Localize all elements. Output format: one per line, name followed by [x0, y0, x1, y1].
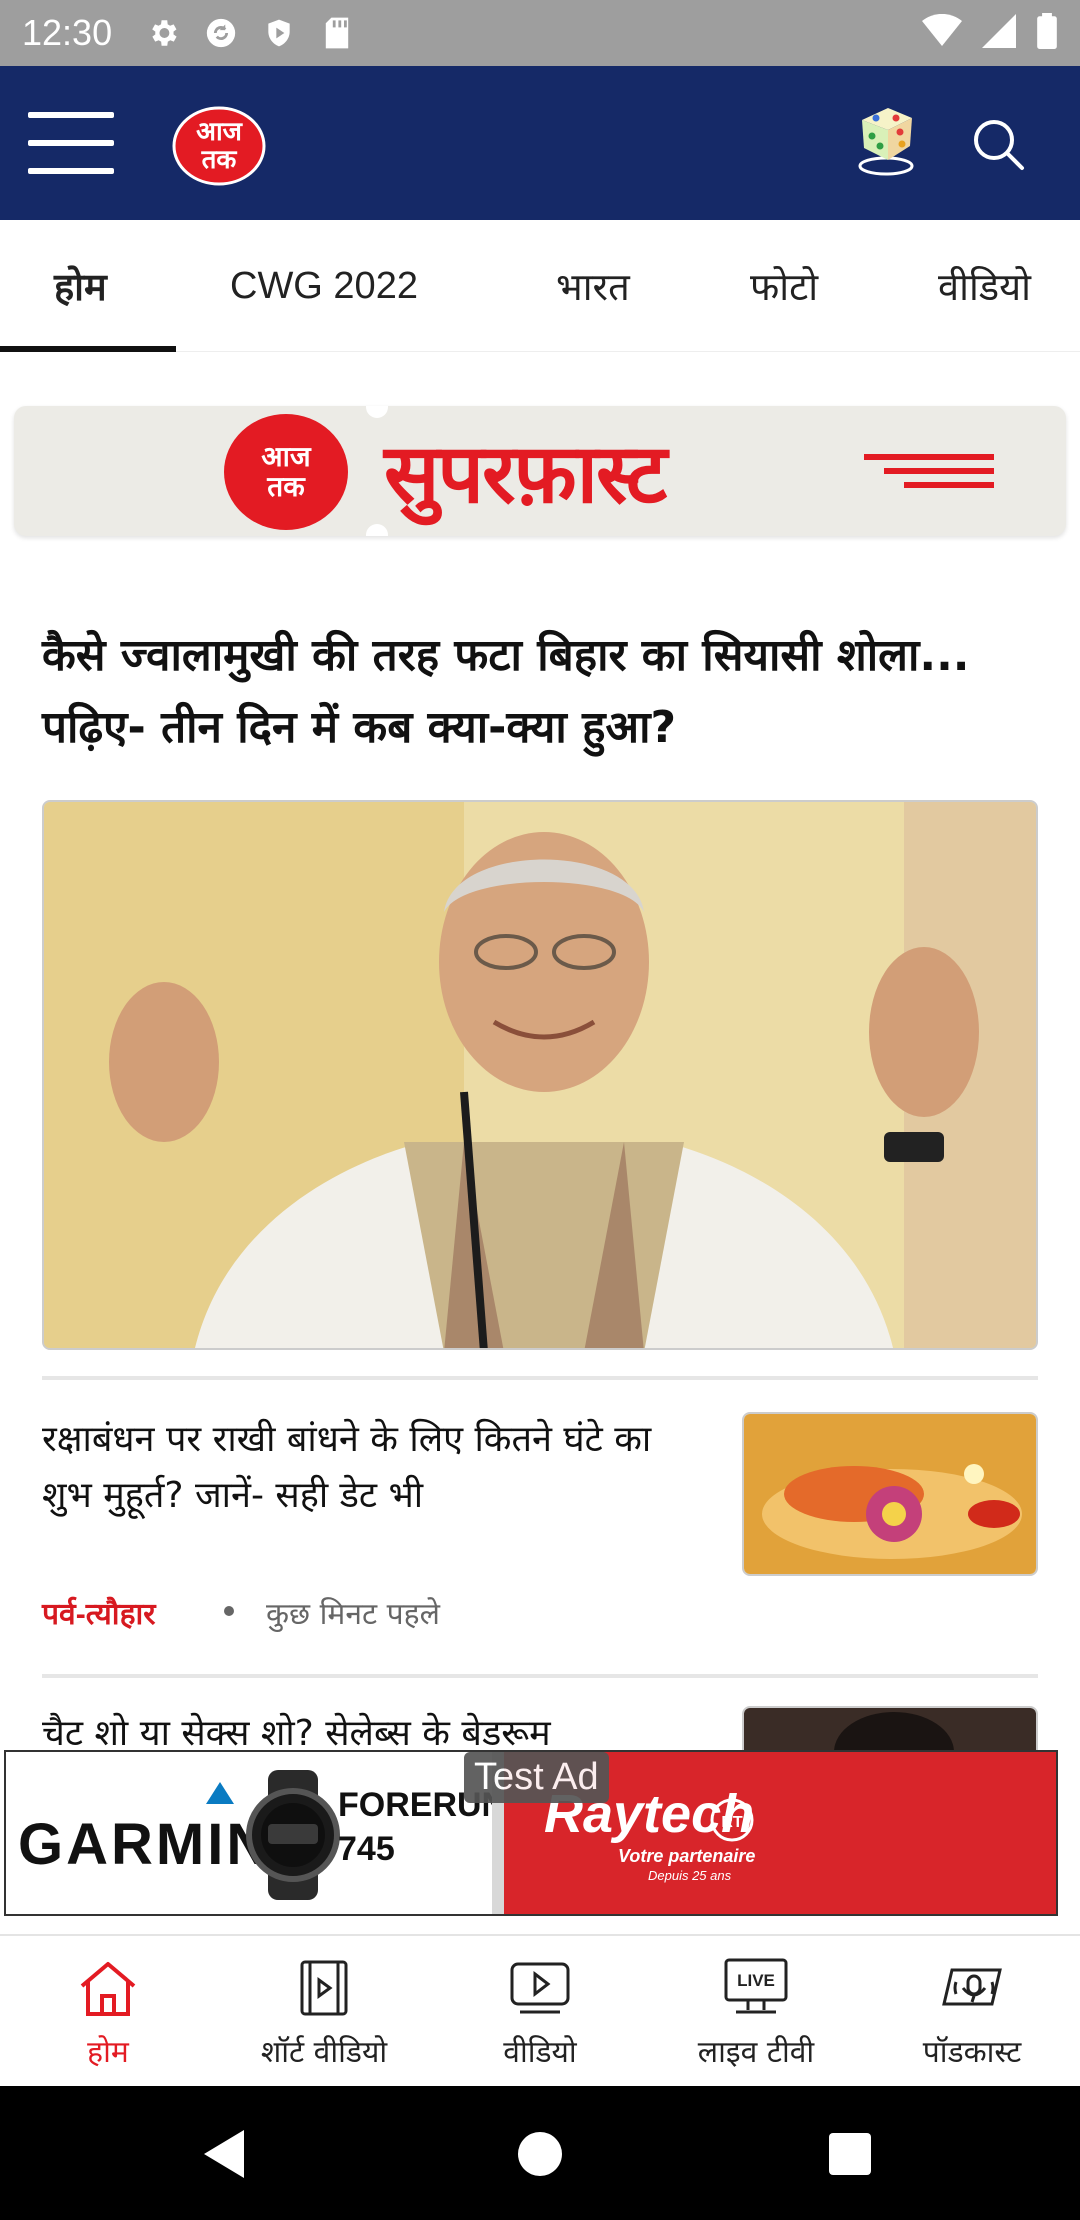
- news-item-thumbnail[interactable]: [742, 1412, 1038, 1576]
- test-ad-badge: Test Ad: [464, 1752, 609, 1803]
- home-icon: [80, 1962, 136, 2016]
- menu-line: [28, 140, 114, 146]
- sd-card-icon: [320, 16, 354, 50]
- news-item-title[interactable]: चैट शो या सेक्स शो? सेलेब्स के बेडरूम: [42, 1706, 702, 1746]
- main-headline[interactable]: कैसे ज्वालामुखी की तरह फटा बिहार का सिया…: [42, 620, 1042, 764]
- speed-lines-icon: [864, 454, 994, 488]
- nav-label-home: होम: [87, 2035, 129, 2070]
- recents-icon[interactable]: [820, 2124, 880, 2184]
- superfast-title: सुपरफ़ास्ट: [384, 427, 667, 522]
- shield-icon: [262, 16, 296, 50]
- raytech-since: Depuis 25 ans: [648, 1868, 732, 1883]
- superfast-banner[interactable]: आज तक सुपरफ़ास्ट: [14, 406, 1066, 536]
- tab-home[interactable]: होम: [54, 220, 107, 352]
- menu-button[interactable]: [28, 112, 114, 174]
- status-bar: 12:30: [0, 0, 1080, 66]
- superfast-logo-top: आज: [261, 440, 311, 473]
- wifi-icon: [922, 13, 962, 52]
- tab-video[interactable]: वीडियो: [938, 220, 1031, 352]
- back-icon[interactable]: [196, 2124, 256, 2184]
- divider: [42, 1674, 1038, 1678]
- nav-label-podcast: पॉडकास्ट: [922, 2035, 1022, 2070]
- news-item-title[interactable]: रक्षाबंधन पर राखी बांधने के लिए कितने घं…: [42, 1412, 702, 1524]
- main-story-image[interactable]: [42, 800, 1038, 1350]
- tab-cwg-2022[interactable]: CWG 2022: [230, 220, 418, 352]
- active-tab-indicator: [0, 346, 176, 352]
- status-time: 12:30: [22, 12, 113, 53]
- nav-label-short-video: शॉर्ट वीडियो: [260, 2035, 388, 2070]
- short-video-icon: [300, 1960, 348, 2016]
- bottom-navigation: होम शॉर्ट वीडियो वीडियो LIVE लाइव टीवी प…: [0, 1934, 1080, 2086]
- nav-short-video[interactable]: शॉर्ट वीडियो: [216, 1936, 432, 2088]
- home-circle-icon[interactable]: [510, 2124, 570, 2184]
- superfast-logo-bottom: तक: [267, 470, 305, 503]
- menu-line: [28, 112, 114, 118]
- nav-label-video: वीडियो: [503, 2035, 577, 2070]
- aaj-tak-logo[interactable]: आज तक: [170, 100, 268, 186]
- tab-photo[interactable]: फोटो: [750, 220, 818, 352]
- news-item-thumbnail[interactable]: [742, 1706, 1038, 1750]
- search-button[interactable]: [968, 114, 1028, 174]
- signal-icon: [982, 14, 1016, 52]
- news-item-time: कुछ मिनट पहले: [266, 1597, 440, 1632]
- news-item-category[interactable]: पर्व-त्यौहार: [42, 1592, 156, 1633]
- logo-text-bottom: तक: [201, 145, 238, 175]
- settings-icon: [146, 16, 180, 50]
- tab-bharat[interactable]: भारत: [556, 220, 630, 352]
- separator-dot: [224, 1606, 234, 1616]
- system-navigation-bar: [0, 2086, 1080, 2220]
- nav-video[interactable]: वीडियो: [432, 1936, 648, 2088]
- live-tv-icon: LIVE: [724, 1958, 788, 2014]
- nav-podcast[interactable]: पॉडकास्ट: [864, 1936, 1080, 2088]
- ad-product-line2: 745: [338, 1830, 395, 1868]
- nav-label-live-tv: लाइव टीवी: [697, 2035, 815, 2070]
- category-tabs: होम CWG 2022 भारत फोटो वीडियो: [0, 220, 1080, 352]
- sync-icon: [204, 16, 238, 50]
- menu-line: [28, 168, 114, 174]
- battery-icon: [1036, 13, 1058, 53]
- search-icon: [974, 120, 1024, 170]
- divider: [42, 1376, 1038, 1380]
- garmin-logo: GARMIN: [18, 1812, 271, 1877]
- video-icon: [510, 1962, 570, 2014]
- nav-live-tv[interactable]: LIVE लाइव टीवी: [648, 1936, 864, 2088]
- raytech-mark: RT: [721, 1814, 743, 1831]
- superfast-logo: आज तक: [224, 414, 348, 530]
- app-header: आज तक: [0, 66, 1080, 220]
- raytech-tagline: Votre partenaire: [618, 1846, 755, 1866]
- live-badge: LIVE: [737, 1971, 775, 1990]
- nav-home[interactable]: होम: [0, 1936, 216, 2088]
- dice-game-icon[interactable]: [852, 98, 922, 178]
- logo-text-top: आज: [196, 117, 244, 147]
- podcast-icon: [942, 1968, 1002, 2006]
